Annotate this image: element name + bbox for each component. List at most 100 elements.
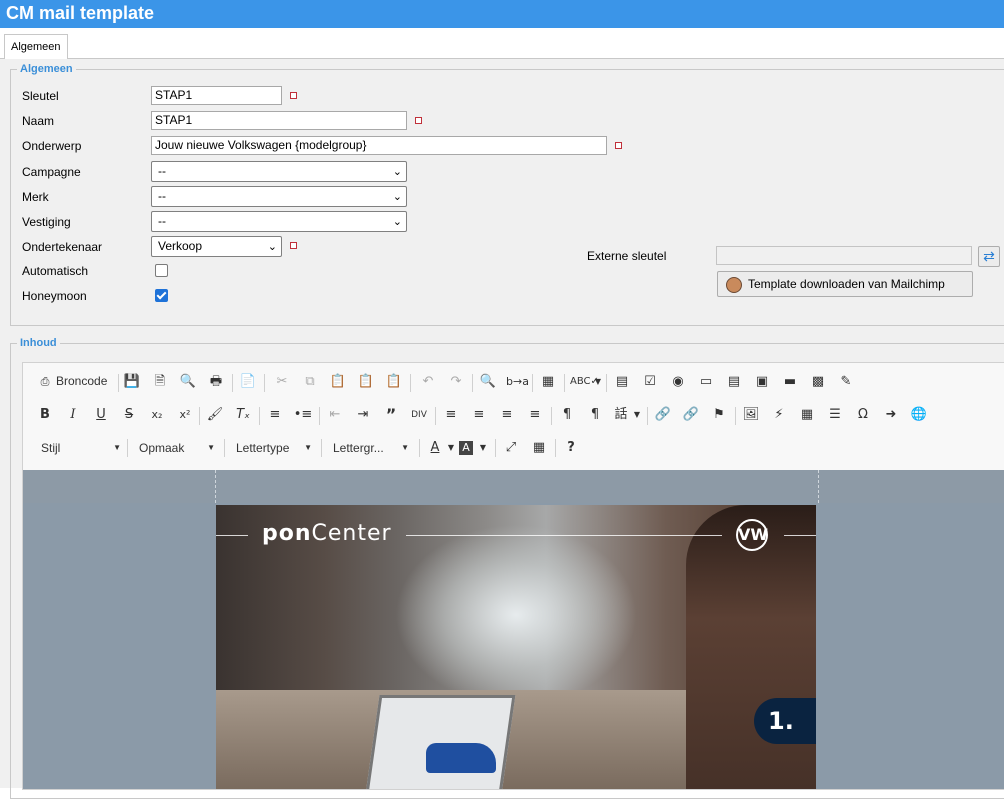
- superscript-icon[interactable]: x²: [175, 405, 195, 425]
- align-center-icon[interactable]: ≡: [469, 405, 489, 425]
- text-direction-ltr-icon[interactable]: ¶: [557, 405, 577, 425]
- bulleted-list-icon[interactable]: •≡: [293, 405, 313, 425]
- print-icon[interactable]: 🖶: [206, 372, 226, 392]
- toolbar-row-3: Stijl ▼ Opmaak ▼ Lettertype ▼ Lettergr..…: [35, 438, 995, 460]
- toolbar-separator: [264, 374, 265, 392]
- campagne-select[interactable]: -- ⌄: [151, 161, 407, 182]
- radio-icon[interactable]: ◉: [668, 372, 688, 392]
- source-button[interactable]: Broncode: [56, 374, 107, 388]
- sleutel-input[interactable]: STAP1: [151, 86, 282, 105]
- source-icon[interactable]: ⎙: [35, 372, 55, 392]
- editor-content[interactable]: ponCenter VW 1.: [23, 470, 1004, 789]
- indent-icon[interactable]: ⇥: [353, 405, 373, 425]
- blockquote-icon[interactable]: ”: [381, 405, 401, 425]
- show-blocks-icon[interactable]: ▦: [529, 438, 549, 458]
- new-page-icon[interactable]: 🗎: [150, 372, 170, 392]
- anchor-icon[interactable]: ⚑: [709, 405, 729, 425]
- preview-icon[interactable]: 🔍: [178, 372, 198, 392]
- vestiging-select[interactable]: -- ⌄: [151, 211, 407, 232]
- spellcheck-icon[interactable]: ABC✓: [570, 372, 599, 392]
- automatisch-checkbox[interactable]: [155, 264, 168, 277]
- image-icon[interactable]: 🖼: [741, 405, 761, 425]
- remove-format-icon[interactable]: Tₓ: [233, 405, 253, 425]
- select-all-icon[interactable]: ▦: [538, 372, 558, 392]
- maximize-icon[interactable]: ⤢: [501, 438, 521, 458]
- header-line-right: [784, 535, 816, 536]
- text-direction-rtl-icon[interactable]: ¶: [585, 405, 605, 425]
- background-color-icon[interactable]: A: [459, 441, 473, 455]
- checkbox-icon[interactable]: ☑: [640, 372, 660, 392]
- form-icon[interactable]: ▤: [612, 372, 632, 392]
- refresh-button[interactable]: ⇄: [978, 246, 1000, 267]
- font-combo-label: Lettertype: [236, 441, 290, 455]
- find-icon[interactable]: 🔍: [478, 372, 498, 392]
- toolbar-separator: [551, 407, 552, 425]
- header-line-left: [216, 535, 248, 536]
- brand-logo-bold: pon: [262, 521, 312, 546]
- spellcheck-dropdown-icon[interactable]: ▼: [588, 372, 608, 392]
- replace-icon[interactable]: b→a: [506, 372, 529, 392]
- toolbar-separator: [259, 407, 260, 425]
- language-dropdown-icon[interactable]: ▼: [627, 405, 647, 425]
- mailchimp-icon: [726, 277, 742, 293]
- strikethrough-icon[interactable]: S: [119, 405, 139, 425]
- required-marker: [415, 117, 422, 124]
- naam-input[interactable]: STAP1: [151, 111, 407, 130]
- textfield-icon[interactable]: ▭: [696, 372, 716, 392]
- font-combo[interactable]: Lettertype ▼: [236, 438, 312, 458]
- special-character-icon[interactable]: Ω: [853, 405, 873, 425]
- externe-sleutel-input[interactable]: [716, 246, 972, 265]
- chevron-down-icon: ⌄: [392, 216, 402, 228]
- image-button-icon[interactable]: ▩: [808, 372, 828, 392]
- paste-icon[interactable]: 📋: [328, 372, 348, 392]
- numbered-list-icon[interactable]: ≡: [265, 405, 285, 425]
- align-justify-icon[interactable]: ≡: [525, 405, 545, 425]
- paste-text-icon[interactable]: 📋: [356, 372, 376, 392]
- format-combo[interactable]: Opmaak ▼: [139, 438, 215, 458]
- undo-icon[interactable]: ↶: [418, 372, 438, 392]
- paste-word-icon[interactable]: 📋: [384, 372, 404, 392]
- div-container-icon[interactable]: DIV: [409, 405, 429, 425]
- italic-icon[interactable]: I: [63, 405, 83, 425]
- hero-laptop: [364, 695, 516, 789]
- hidden-field-icon[interactable]: ✎: [836, 372, 856, 392]
- background-color-dropdown-icon[interactable]: ▼: [473, 438, 493, 458]
- subscript-icon[interactable]: x₂: [147, 405, 167, 425]
- help-icon[interactable]: ?: [561, 438, 581, 458]
- text-color-dropdown-icon[interactable]: ▼: [441, 438, 461, 458]
- ondertekenaar-select[interactable]: Verkoop ⌄: [151, 236, 282, 257]
- select-icon[interactable]: ▣: [752, 372, 772, 392]
- flash-icon[interactable]: ⚡: [769, 405, 789, 425]
- cut-icon[interactable]: ✂: [272, 372, 292, 392]
- bold-icon[interactable]: B: [35, 405, 55, 425]
- horizontal-line-icon[interactable]: ☰: [825, 405, 845, 425]
- copy-format-icon[interactable]: 🖌: [205, 405, 225, 425]
- toolbar-row-1: ⎙ Broncode 💾 🗎 🔍 🖶 📄 ✂ ⧉ 📋 📋 📋 ↶ ↷ 🔍 b→a…: [35, 372, 995, 394]
- templates-icon[interactable]: 📄: [238, 372, 258, 392]
- iframe-icon[interactable]: 🌐: [909, 405, 929, 425]
- automatisch-label: Automatisch: [22, 264, 89, 278]
- font-size-combo[interactable]: Lettergr... ▼: [333, 438, 409, 458]
- unlink-icon[interactable]: 🔗: [681, 405, 701, 425]
- outdent-icon[interactable]: ⇤: [325, 405, 345, 425]
- merk-select[interactable]: -- ⌄: [151, 186, 407, 207]
- save-icon[interactable]: 💾: [122, 372, 142, 392]
- table-icon[interactable]: ▦: [797, 405, 817, 425]
- header-line-middle: [406, 535, 722, 536]
- style-combo[interactable]: Stijl ▼: [41, 438, 121, 458]
- page-break-icon[interactable]: ➜: [881, 405, 901, 425]
- link-icon[interactable]: 🔗: [653, 405, 673, 425]
- button-icon[interactable]: ▬: [780, 372, 800, 392]
- tab-algemeen[interactable]: Algemeen: [4, 34, 68, 60]
- copy-icon[interactable]: ⧉: [300, 372, 320, 392]
- underline-icon[interactable]: U: [91, 405, 111, 425]
- mailchimp-download-button[interactable]: Template downloaden van Mailchimp: [717, 271, 973, 297]
- align-right-icon[interactable]: ≡: [497, 405, 517, 425]
- align-left-icon[interactable]: ≡: [441, 405, 461, 425]
- onderwerp-input[interactable]: Jouw nieuwe Volkswagen {modelgroup}: [151, 136, 607, 155]
- textarea-icon[interactable]: ▤: [724, 372, 744, 392]
- honeymoon-checkbox[interactable]: [155, 289, 168, 302]
- redo-icon[interactable]: ↷: [446, 372, 466, 392]
- chevron-down-icon: ▼: [207, 443, 215, 452]
- chevron-down-icon: ▼: [113, 443, 121, 452]
